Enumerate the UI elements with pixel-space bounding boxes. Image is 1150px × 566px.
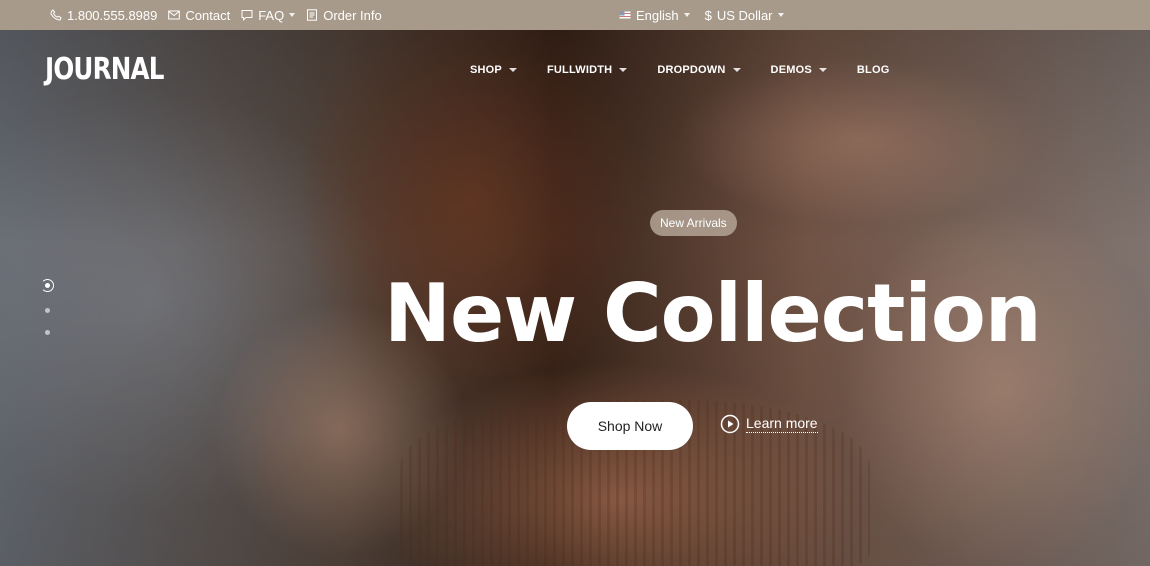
- learn-more-label: Learn more: [746, 415, 818, 433]
- nav-item-label: FULLWIDTH: [546, 64, 613, 76]
- chat-icon: [241, 10, 253, 21]
- phone-link[interactable]: 1.800.555.8989: [50, 8, 157, 23]
- shop-now-button[interactable]: Shop Now: [567, 402, 693, 450]
- contact-link[interactable]: Contact: [168, 8, 230, 23]
- document-icon: [307, 9, 318, 21]
- language-dropdown[interactable]: English: [619, 8, 690, 23]
- phone-icon: [50, 9, 62, 21]
- nav-item-demos[interactable]: DEMOS: [771, 64, 827, 76]
- top-bar: 1.800.555.8989 Contact FAQ Order Info En…: [0, 0, 1150, 30]
- phone-number: 1.800.555.8989: [67, 7, 158, 23]
- hero-title: New Collection: [384, 267, 1042, 360]
- nav-item-shop[interactable]: SHOP: [470, 64, 517, 76]
- mail-icon: [168, 10, 181, 20]
- nav-item-label: BLOG: [856, 64, 890, 76]
- learn-more-link[interactable]: Learn more: [720, 414, 818, 434]
- chevron-down-icon: [619, 68, 628, 72]
- new-arrivals-badge: New Arrivals: [650, 210, 737, 236]
- currency-dropdown[interactable]: $ US Dollar: [705, 8, 784, 23]
- top-bar-left: 1.800.555.8989 Contact FAQ Order Info: [50, 0, 393, 30]
- order-info-link[interactable]: Order Info: [306, 8, 382, 23]
- nav-item-label: DROPDOWN: [657, 64, 726, 76]
- slider-dot[interactable]: [45, 308, 50, 313]
- slider-pagination: [41, 279, 55, 335]
- nav-item-dropdown[interactable]: DROPDOWN: [657, 64, 741, 76]
- play-circle-icon: [720, 414, 740, 434]
- contact-label: Contact: [185, 7, 231, 23]
- nav-item-fullwidth[interactable]: FULLWIDTH: [546, 64, 628, 76]
- main-nav: SHOP FULLWIDTH DROPDOWN DEMOS BLOG: [470, 60, 889, 80]
- faq-label: FAQ: [258, 7, 285, 23]
- chevron-down-icon: [289, 13, 296, 17]
- currency-symbol: $: [704, 7, 712, 23]
- chevron-down-icon: [508, 68, 517, 72]
- nav-item-label: SHOP: [470, 64, 502, 76]
- flag-icon: [619, 11, 631, 19]
- slider-dot[interactable]: [45, 330, 50, 335]
- site-logo[interactable]: JOURNAL: [45, 53, 164, 87]
- nav-item-blog[interactable]: BLOG: [857, 64, 890, 76]
- chevron-down-icon: [818, 68, 827, 72]
- order-info-label: Order Info: [323, 7, 382, 23]
- nav-item-label: DEMOS: [770, 64, 812, 76]
- chevron-down-icon: [732, 68, 741, 72]
- language-label: English: [636, 7, 679, 23]
- currency-label: US Dollar: [716, 7, 773, 23]
- top-bar-center: English $ US Dollar: [619, 0, 795, 30]
- slider-dot-active[interactable]: [41, 279, 54, 292]
- chevron-down-icon: [777, 13, 784, 17]
- chevron-down-icon: [683, 13, 690, 17]
- faq-dropdown[interactable]: FAQ: [241, 7, 296, 23]
- hero-slider: JOURNAL SHOP FULLWIDTH DROPDOWN DEMOS BL…: [0, 30, 1150, 566]
